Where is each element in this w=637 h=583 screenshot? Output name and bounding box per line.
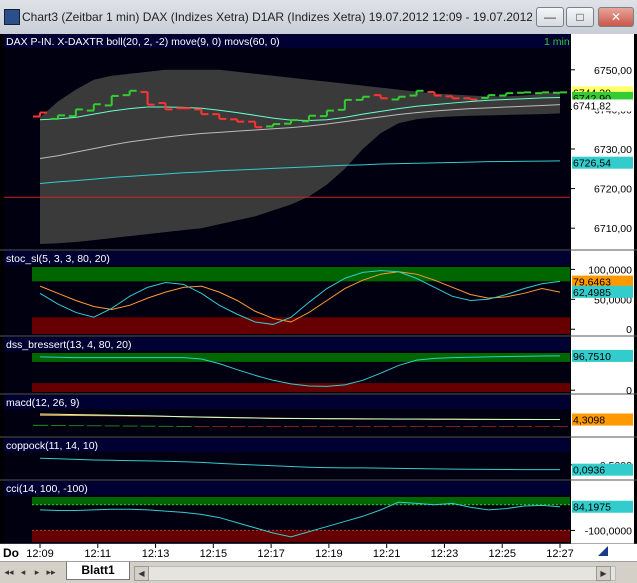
panel-stoc_sl: stoc_sl(5, 3, 3, 80, 20)100,000050,00000… xyxy=(0,251,637,337)
panel-price: DAX P-IN. X-DAXTR boll(20, 2, -2) move(9… xyxy=(0,34,637,251)
y-tick-label: 6710,00 xyxy=(594,223,632,235)
x-tick-label: 12:11 xyxy=(84,548,111,560)
macd-histogram-bar xyxy=(284,426,300,427)
x-tick-label: 12:27 xyxy=(546,548,574,560)
macd-histogram-bar xyxy=(409,426,425,427)
chart-app-icon xyxy=(4,9,20,25)
x-tick-label: 12:17 xyxy=(257,548,285,560)
macd-histogram-bar xyxy=(373,426,389,427)
value-label: 96,7510 xyxy=(573,351,611,363)
maximize-button[interactable]: □ xyxy=(566,7,594,27)
macd-histogram-bar xyxy=(481,426,497,427)
window-titlebar: Chart3 (Zeitbar 1 min) DAX (Indizes Xetr… xyxy=(0,0,637,35)
sheet-first-button[interactable]: ◂◂ xyxy=(4,566,14,579)
macd-histogram-bar xyxy=(427,426,443,427)
panel-cci: cci(14, 100, -100) -100,0000 84,1975 xyxy=(0,481,637,545)
x-axis: Do 12:09 12:11 12:13 12:15 12:17 12:19 12:21 12:… xyxy=(0,544,637,561)
sheet-prev-button[interactable]: ◂ xyxy=(18,566,28,579)
value-label: 6726,54 xyxy=(573,158,611,170)
panel-cci-header: cci(14, 100, -100) xyxy=(6,483,88,495)
x-tick-label: 12:21 xyxy=(373,548,401,560)
panel-dss_bressert: dss_bressert(13, 4, 80, 20) 0 96,7510 xyxy=(0,337,637,397)
panel-coppock-header: coppock(11, 14, 10) xyxy=(6,440,98,452)
sheet-tab-blatt1[interactable]: Blatt1 xyxy=(66,562,130,580)
window-title: Chart3 (Zeitbar 1 min) DAX (Indizes Xetr… xyxy=(22,10,532,24)
panel-macd-header: macd(12, 26, 9) xyxy=(6,397,80,409)
macd-histogram-bar xyxy=(158,425,174,427)
x-tick-label: 12:15 xyxy=(200,548,228,560)
macd-histogram-bar xyxy=(248,426,264,427)
macd-histogram-bar xyxy=(86,425,102,427)
y-tick-label: 6730,00 xyxy=(594,144,632,156)
horizontal-scrollbar[interactable] xyxy=(134,566,616,581)
y-tick-label: 6750,00 xyxy=(594,65,632,77)
panel-stoc_sl-upper-band xyxy=(32,267,570,282)
panel-coppock: coppock(11, 14, 10)0,50000,0936 xyxy=(0,438,637,481)
value-label: 6741,82 xyxy=(573,100,611,112)
y-tick-label: 0 xyxy=(626,385,632,397)
panel-cci-header-bg xyxy=(4,481,570,495)
panel-cci-upper-band xyxy=(32,497,570,505)
macd-histogram-bar xyxy=(337,426,353,427)
macd-histogram-bar xyxy=(194,426,210,427)
y-tick-label: 0 xyxy=(626,324,632,336)
macd-histogram-bar xyxy=(535,426,551,427)
panel-dss_bressert-lower-band xyxy=(32,383,570,392)
chart-area[interactable]: DAX P-IN. X-DAXTR boll(20, 2, -2) move(9… xyxy=(0,34,637,561)
sheet-bar: ◂◂ ◂ ▸ ▸▸ Blatt1 ▶ ◀ xyxy=(0,561,637,583)
x-tick-label: 12:23 xyxy=(431,548,459,560)
x-tick-label: 12:19 xyxy=(315,548,343,560)
macd-histogram-bar xyxy=(301,426,317,427)
macd-histogram-bar xyxy=(266,426,282,427)
macd-histogram-bar xyxy=(104,425,120,427)
value-label: 62,4985 xyxy=(573,287,611,299)
sheet-next-button[interactable]: ▸ xyxy=(32,566,42,579)
macd-histogram-bar xyxy=(517,426,533,427)
macd-histogram-bar xyxy=(355,426,371,427)
y-tick-label: 6720,00 xyxy=(594,184,632,196)
macd-histogram-bar xyxy=(553,426,568,427)
macd-histogram-bar xyxy=(463,426,479,427)
macd-histogram-bar xyxy=(212,426,228,427)
x-tick-label: 12:25 xyxy=(488,548,516,560)
value-label: 84,1975 xyxy=(573,502,611,514)
y-tick-label: -100,0000 xyxy=(585,525,632,537)
macd-histogram-bar xyxy=(319,426,335,427)
panel-stoc_sl-header: stoc_sl(5, 3, 3, 80, 20) xyxy=(6,253,110,265)
close-button[interactable]: ✕ xyxy=(598,7,634,27)
macd-histogram-bar xyxy=(499,426,515,427)
scroll-left-icon[interactable]: ◀ xyxy=(134,566,149,581)
y-tick-label: 100,0000 xyxy=(588,264,632,276)
panel-cci-lower-band xyxy=(32,530,570,542)
panel-price-header: DAX P-IN. X-DAXTR boll(20, 2, -2) move(9… xyxy=(6,36,280,48)
macd-histogram-bar xyxy=(122,425,138,427)
value-label: 4,3098 xyxy=(573,415,605,427)
macd-histogram-bar xyxy=(176,426,192,427)
macd-histogram-bar xyxy=(391,426,407,427)
sheet-last-button[interactable]: ▸▸ xyxy=(46,566,56,579)
macd-histogram-bar xyxy=(50,424,66,426)
macd-histogram-bar xyxy=(140,425,156,427)
macd-histogram-bar xyxy=(445,426,461,427)
x-tick-label: 12:13 xyxy=(142,548,170,560)
panel-stoc_sl-lower-band xyxy=(32,317,570,334)
macd-histogram-bar xyxy=(230,426,246,427)
scroll-right-icon[interactable]: ▶ xyxy=(596,566,611,581)
panel-dss_bressert-header: dss_bressert(13, 4, 80, 20) xyxy=(6,339,131,351)
x-axis-day-label: Do xyxy=(3,546,19,560)
interval-label: 1 min xyxy=(544,36,570,48)
value-label: 0,0936 xyxy=(573,465,605,477)
macd-histogram-bar xyxy=(68,425,84,427)
panel-macd-header-bg xyxy=(4,395,570,409)
x-tick-label: 12:09 xyxy=(26,548,54,560)
macd-histogram-bar xyxy=(33,424,48,426)
panel-macd: macd(12, 26, 9) 4,3098 xyxy=(0,395,637,438)
minimize-button[interactable]: — xyxy=(536,7,564,27)
